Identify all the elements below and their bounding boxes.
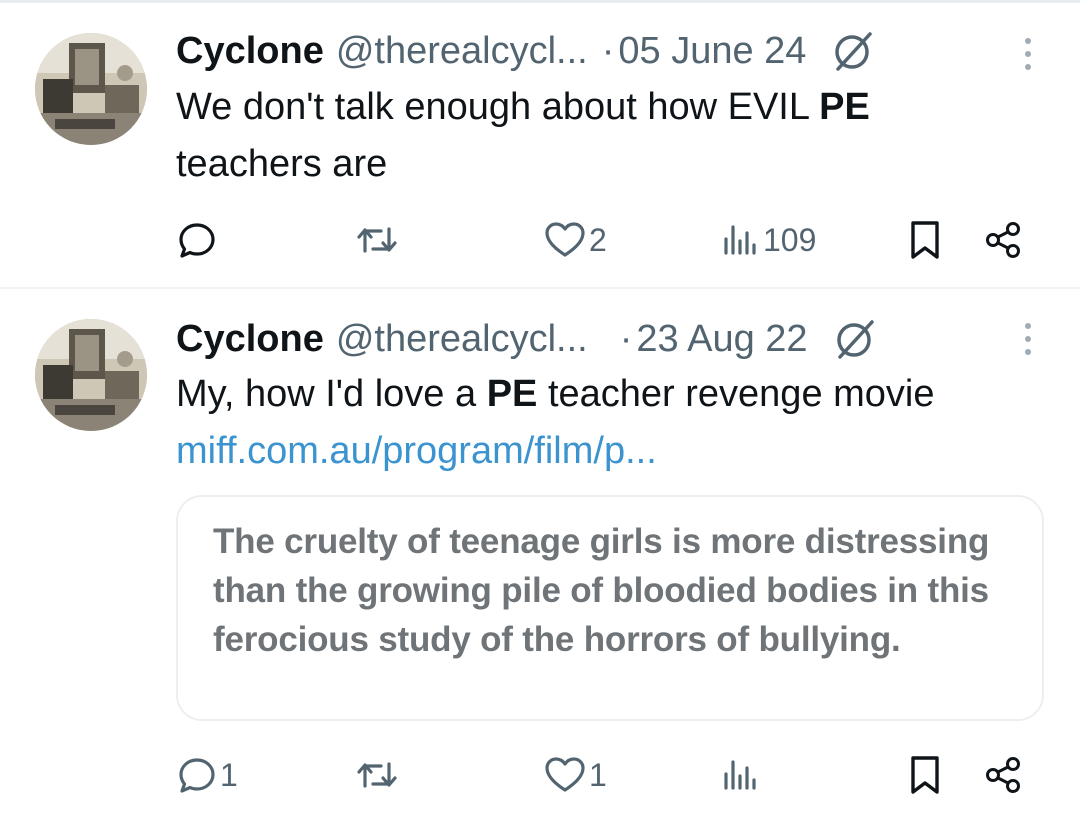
tweet-link[interactable]: miff.com.au/program/film/p... <box>176 423 1036 480</box>
link-preview-card[interactable]: The cruelty of teenage girls is more dis… <box>176 495 1044 721</box>
tweet-date[interactable]: 05 June 24 <box>618 30 806 73</box>
retweet-icon <box>355 219 399 261</box>
like-count: 1 <box>589 756 607 793</box>
separator-dot: · <box>601 29 615 72</box>
tweet-text-part: We don't talk enough about how EVIL <box>176 86 820 128</box>
bookmark-icon <box>907 219 943 261</box>
circle-slash-icon <box>830 29 876 73</box>
tweet-text-part: teachers are <box>176 143 388 185</box>
views-button[interactable]: 109 <box>721 210 816 270</box>
author-name[interactable]: Cyclone <box>176 318 324 361</box>
action-bar: 2 109 <box>0 210 1080 270</box>
tweet-text-bold: PE <box>819 86 870 128</box>
tweet-header: Cyclone @therealcycl... · 23 Aug 22 <box>176 314 878 364</box>
author-handle[interactable]: @therealcycl... <box>336 318 588 361</box>
share-icon <box>983 754 1025 796</box>
views-icon <box>721 754 761 796</box>
views-count: 109 <box>763 221 817 258</box>
more-vertical-icon[interactable] <box>1022 322 1034 356</box>
tweet[interactable]: Cyclone @therealcycl... · 23 Aug 22 My, … <box>0 289 1080 822</box>
tweet-text-bold: PE <box>486 373 538 415</box>
views-button[interactable] <box>721 745 763 805</box>
reply-icon <box>176 754 218 796</box>
retweet-button[interactable] <box>355 745 401 805</box>
heart-icon <box>543 754 587 796</box>
share-button[interactable] <box>983 745 1025 805</box>
views-icon <box>721 219 761 261</box>
avatar[interactable] <box>35 319 147 431</box>
share-icon <box>983 219 1025 261</box>
tweet-date[interactable]: 23 Aug 22 <box>636 318 807 361</box>
more-vertical-icon[interactable] <box>1022 37 1034 71</box>
retweet-button[interactable] <box>355 210 401 270</box>
tweet-text: My, how I'd love a PE teacher revenge mo… <box>176 366 1036 480</box>
bookmark-button[interactable] <box>907 210 943 270</box>
heart-icon <box>543 219 587 261</box>
bookmark-icon <box>907 754 943 796</box>
share-button[interactable] <box>983 210 1025 270</box>
action-bar: 1 1 <box>0 745 1080 805</box>
like-button[interactable]: 2 <box>543 210 607 270</box>
card-text: The cruelty of teenage girls is more dis… <box>213 522 990 659</box>
author-name[interactable]: Cyclone <box>176 30 324 73</box>
separator-dot: · <box>619 317 633 360</box>
reply-button[interactable]: 1 <box>176 745 238 805</box>
bookmark-button[interactable] <box>907 745 943 805</box>
like-button[interactable]: 1 <box>543 745 607 805</box>
tweet-text-part: teacher revenge movie <box>537 373 935 415</box>
tweet-text: We don't talk enough about how EVIL PE t… <box>176 79 1036 193</box>
tweet[interactable]: Cyclone @therealcycl... · 05 June 24 We … <box>0 0 1080 287</box>
author-handle[interactable]: @therealcycl... <box>336 30 588 73</box>
avatar[interactable] <box>35 33 147 145</box>
circle-slash-icon <box>832 317 878 361</box>
retweet-icon <box>355 754 399 796</box>
tweet-text-part: My, how I'd love a <box>176 373 487 415</box>
reply-button[interactable] <box>176 210 220 270</box>
reply-count: 1 <box>220 756 238 793</box>
reply-icon <box>176 219 218 261</box>
tweet-header: Cyclone @therealcycl... · 05 June 24 <box>176 26 876 76</box>
like-count: 2 <box>589 221 607 258</box>
